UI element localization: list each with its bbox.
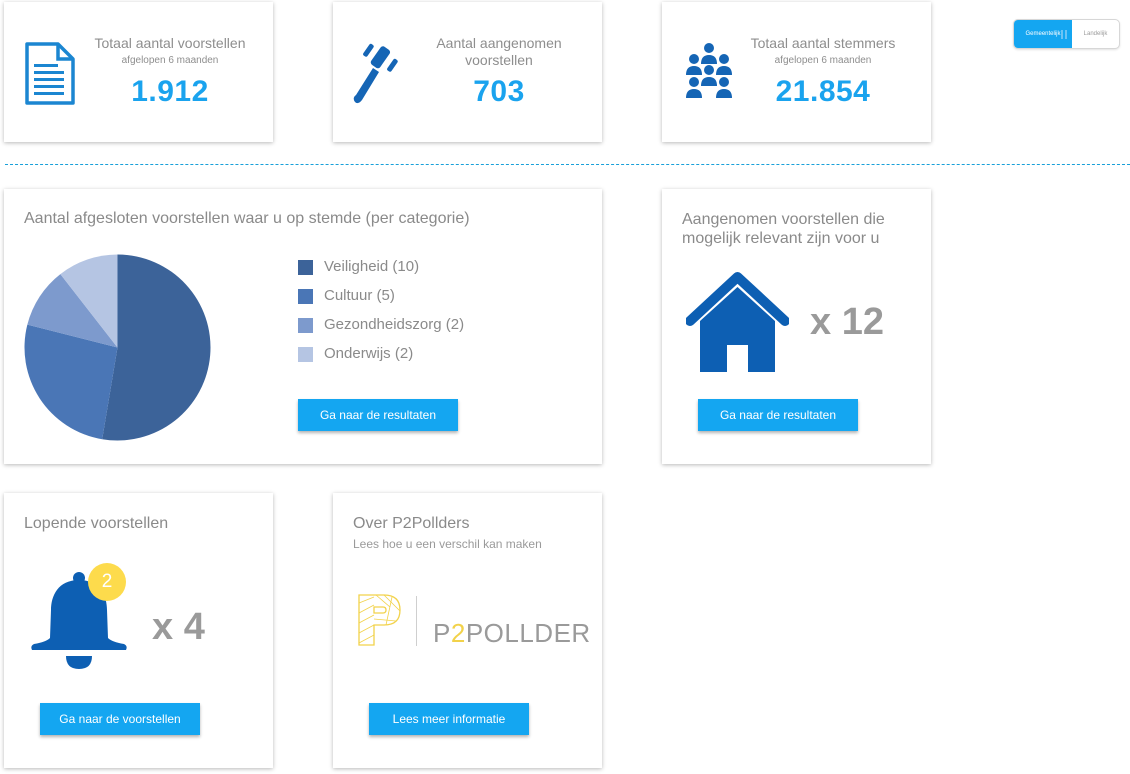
p2pollder-logo-icon — [358, 594, 401, 646]
card-title-line1: Aangenomen voorstellen die — [682, 211, 885, 228]
toggle-option-national[interactable]: Landelijk — [1072, 20, 1119, 48]
results-button[interactable]: Ga naar de resultaten — [298, 399, 458, 431]
card-title: Aantal afgesloten voorstellen waar u op … — [24, 210, 470, 227]
stat-card-total-voters: Totaal aantal stemmers afgelopen 6 maand… — [662, 2, 931, 142]
logo-separator — [416, 596, 417, 646]
document-icon — [25, 42, 75, 105]
stat-title: Totaal aantal voorstellen — [94, 35, 246, 51]
logo-accent: 2 — [450, 618, 466, 648]
gavel-icon — [353, 43, 398, 104]
card-subtitle: Lees hoe u een verschil kan maken — [353, 537, 542, 551]
legend-swatch — [298, 289, 313, 304]
stat-value: 1.912 — [131, 75, 209, 108]
running-count: x 4 — [152, 606, 205, 648]
legend-label: Veiligheid (10) — [324, 258, 420, 275]
legend-swatch — [298, 318, 313, 333]
stat-title: Totaal aantal stemmers — [750, 35, 896, 51]
more-info-button[interactable]: Lees meer informatie — [369, 703, 529, 735]
results-button[interactable]: Ga naar de resultaten — [698, 399, 858, 431]
group-icon — [686, 43, 732, 98]
section-divider — [5, 164, 1130, 165]
relevant-count: x 12 — [810, 301, 884, 343]
card-title: Lopende voorstellen — [24, 515, 169, 532]
stat-title-line1: Aantal aangenomen — [436, 35, 562, 51]
pie-slice-veiligheid — [102, 254, 211, 441]
legend-label: Cultuur (5) — [324, 287, 395, 304]
logo-prefix: P — [433, 618, 451, 648]
toggle-handle-icon — [1061, 30, 1067, 39]
card-title-line2: mogelijk relevant zijn voor u — [682, 230, 880, 247]
proposals-button[interactable]: Ga naar de voorstellen — [40, 703, 200, 735]
legend-swatch — [298, 347, 313, 362]
stat-value: 21.854 — [775, 75, 871, 108]
notification-badge: 2 — [88, 563, 126, 601]
stat-value: 703 — [473, 75, 525, 108]
card-title: Over P2Pollders — [353, 515, 470, 532]
logo-suffix: POLLDER — [465, 618, 591, 648]
stat-subtitle: afgelopen 6 maanden — [774, 55, 872, 66]
p2pollder-logo-text: P2POLLDER — [433, 618, 591, 649]
stat-subtitle: afgelopen 6 maanden — [121, 55, 219, 66]
scope-toggle[interactable]: Gemeentelijk Landelijk — [1013, 19, 1120, 49]
category-pie-chart — [24, 254, 211, 441]
stat-card-accepted-proposals: Aantal aangenomen voorstellen 703 — [333, 2, 602, 142]
stat-title-line2: voorstellen — [465, 52, 533, 68]
legend-label: Gezondheidszorg (2) — [324, 316, 465, 333]
legend-label: Onderwijs (2) — [324, 345, 414, 362]
legend-swatch — [298, 260, 313, 275]
house-icon — [686, 272, 789, 372]
stat-card-total-proposals: Totaal aantal voorstellen afgelopen 6 ma… — [4, 2, 273, 142]
